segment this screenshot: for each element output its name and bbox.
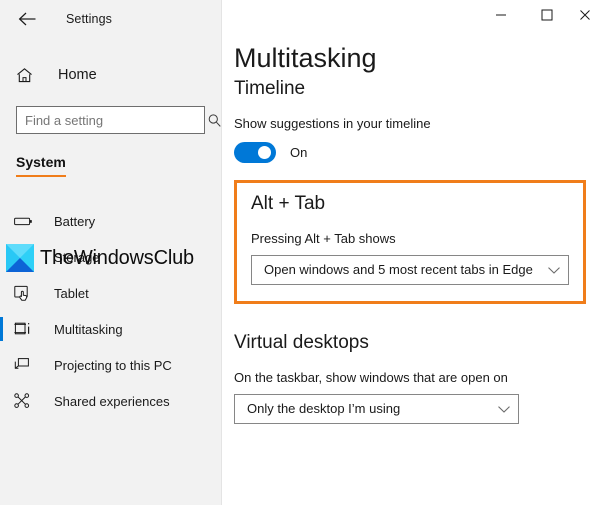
minimize-button[interactable] xyxy=(478,0,524,30)
thewindowsclub-logo-icon xyxy=(6,244,34,272)
search-icon[interactable] xyxy=(207,113,222,128)
maximize-button[interactable] xyxy=(524,0,570,30)
sidebar-item-tablet[interactable]: Tablet xyxy=(0,275,221,311)
sidebar-item-projecting-to-this-pc[interactable]: Projecting to this PC xyxy=(0,347,221,383)
battery-icon xyxy=(14,214,40,228)
virtual-desktops-dropdown[interactable]: Only the desktop I’m using xyxy=(234,393,519,424)
sidebar-section-label: System xyxy=(16,154,66,170)
show-suggestions-toggle[interactable] xyxy=(234,141,276,163)
sidebar-item-tablet-label: Tablet xyxy=(54,285,89,301)
back-arrow-icon[interactable] xyxy=(14,6,40,32)
settings-window: Settings Home System xyxy=(0,0,600,505)
alt-tab-heading: Alt + Tab xyxy=(251,192,326,214)
sidebar: Settings Home System xyxy=(0,0,222,505)
timeline-setting-label: Show suggestions in your timeline xyxy=(234,115,431,131)
alt-tab-setting-label: Pressing Alt + Tab shows xyxy=(251,230,396,246)
sidebar-item-home[interactable]: Home xyxy=(0,58,221,92)
watermark: TheWindowsClub xyxy=(6,244,194,272)
sidebar-nav-list: Battery Storage Tablet Multitasking Proj… xyxy=(0,203,221,419)
window-controls xyxy=(222,0,600,38)
virtual-desktops-setting-label: On the taskbar, show windows that are op… xyxy=(234,369,508,385)
timeline-heading: Timeline xyxy=(234,77,306,99)
sidebar-item-home-label: Home xyxy=(58,67,97,83)
section-underline-highlight xyxy=(16,175,66,177)
virtual-desktops-heading: Virtual desktops xyxy=(234,331,369,353)
sidebar-item-shared-experiences[interactable]: Shared experiences xyxy=(0,383,221,419)
sidebar-item-shared-experiences-label: Shared experiences xyxy=(54,393,170,409)
search-input[interactable] xyxy=(17,107,207,133)
sidebar-item-multitasking-label: Multitasking xyxy=(54,321,123,337)
shared-experiences-icon xyxy=(14,393,40,409)
app-title: Settings xyxy=(66,12,112,26)
sidebar-item-battery[interactable]: Battery xyxy=(0,203,221,239)
alt-tab-dropdown-value: Open windows and 5 most recent tabs in E… xyxy=(264,262,533,278)
titlebar-left: Settings xyxy=(0,0,221,38)
watermark-text: TheWindowsClub xyxy=(40,246,194,269)
close-button[interactable] xyxy=(570,0,600,30)
sidebar-item-battery-label: Battery xyxy=(54,213,96,229)
projecting-icon xyxy=(14,357,40,373)
search-box[interactable] xyxy=(16,106,221,134)
toggle-knob xyxy=(258,145,271,159)
chevron-down-icon[interactable] xyxy=(540,265,568,275)
main-content: Multitasking Timeline Show suggestions i… xyxy=(222,0,600,505)
page-title: Multitasking xyxy=(234,43,377,73)
sidebar-section-system: System xyxy=(16,154,66,177)
virtual-desktops-dropdown-value: Only the desktop I’m using xyxy=(247,401,401,417)
selection-indicator xyxy=(0,317,3,341)
alt-tab-dropdown[interactable]: Open windows and 5 most recent tabs in E… xyxy=(251,254,569,285)
settings-content: Multitasking Timeline Show suggestions i… xyxy=(222,43,600,424)
toggle-state-label: On xyxy=(290,144,308,160)
sidebar-item-multitasking[interactable]: Multitasking xyxy=(0,311,221,347)
sidebar-item-projecting-label: Projecting to this PC xyxy=(54,357,172,373)
chevron-down-icon[interactable] xyxy=(490,404,518,414)
multitasking-icon xyxy=(14,321,40,337)
virtual-desktops-section: Virtual desktops On the taskbar, show wi… xyxy=(234,332,586,424)
home-icon xyxy=(16,67,42,84)
timeline-toggle-row: On xyxy=(234,141,586,163)
tablet-icon xyxy=(14,285,40,302)
alt-tab-section-highlight: Alt + Tab Pressing Alt + Tab shows Open … xyxy=(234,179,586,304)
